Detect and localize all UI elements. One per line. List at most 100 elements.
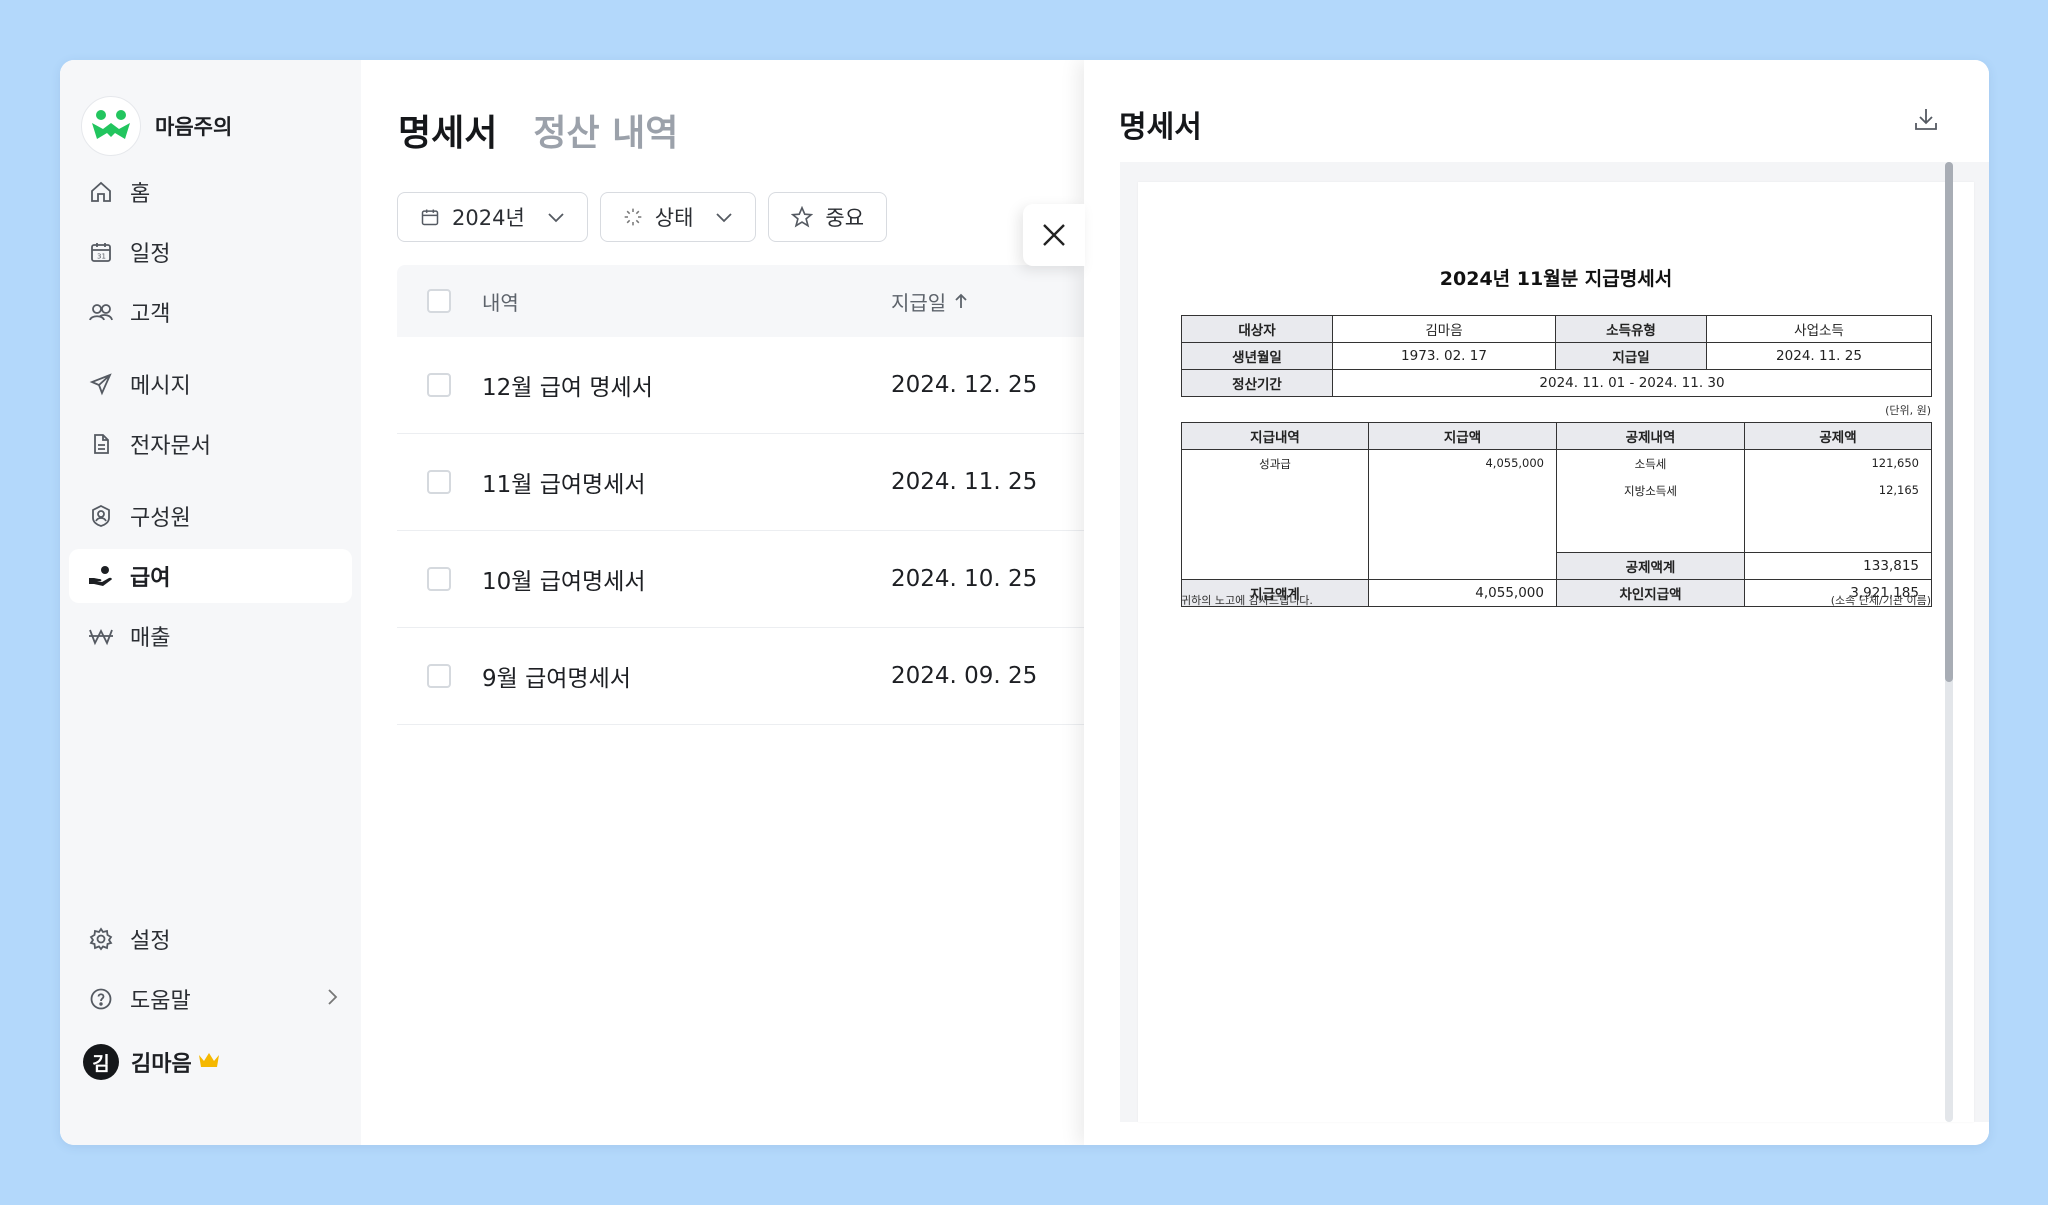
payslip-document: 2024년 11월분 지급명세서 대상자 김마음 소득유형 사업소득 생년월일 … [1138,182,1974,1122]
sidebar-item-documents[interactable]: 전자문서 [69,417,352,471]
row-date: 2024. 11. 25 [891,469,1038,495]
loading-icon [623,207,643,227]
value-pay-date: 2024. 11. 25 [1706,342,1932,370]
document-icon [88,431,114,457]
deduction-item: 소득세 [1634,457,1667,471]
app-window: 마음주의 홈 31 일정 고객 메시지 전자문서 구성원 급여 매출 설정 도움… [60,60,1989,1145]
row-title: 9월 급여명세서 [482,666,631,692]
sidebar-item-members[interactable]: 구성원 [69,489,352,543]
table-row[interactable]: 10월 급여명세서 2024. 10. 25 [397,531,1097,628]
scrollbar-thumb[interactable] [1945,162,1953,682]
label-net-pay: 차인지급액 [1556,579,1745,607]
sort-ascending-icon [955,293,967,308]
row-title: 11월 급여명세서 [482,472,646,498]
organization-name: (소속 단체/기관 이름) [1830,594,1931,607]
sidebar-item-label: 홈 [130,182,151,207]
tab-bar: 명세서 정산 내역 [398,104,678,156]
sidebar-item-label: 고객 [130,302,171,327]
sidebar-item-help[interactable]: 도움말 [69,972,352,1026]
crown-icon [198,1052,220,1072]
hand-coin-icon [88,563,114,589]
document-title: 2024년 11월분 지급명세서 [1439,268,1673,290]
column-header-item: 내역 [482,290,519,315]
chevron-down-icon [715,211,733,223]
header-earning-item: 지급내역 [1181,422,1369,450]
header-earning-amount: 지급액 [1368,422,1557,450]
user-profile[interactable]: 김 김마음 [83,1044,220,1080]
label-target: 대상자 [1181,315,1333,343]
table-row[interactable]: 9월 급여명세서 2024. 09. 25 [397,628,1097,725]
thanks-note: 귀하의 노고에 감사드립니다. [1181,594,1313,607]
sidebar-item-label: 설정 [130,929,171,954]
important-filter[interactable]: 중요 [768,192,888,242]
sidebar-item-label: 전자문서 [130,434,211,459]
close-panel-button[interactable] [1023,204,1085,266]
chevron-right-icon [326,987,338,1012]
gear-icon [88,926,114,952]
download-button[interactable] [1913,106,1939,136]
sidebar-item-home[interactable]: 홈 [69,165,352,219]
sidebar-item-settings[interactable]: 설정 [69,912,352,966]
statement-list: 12월 급여 명세서 2024. 12. 25 11월 급여명세서 2024. … [397,337,1097,725]
sidebar-item-label: 구성원 [130,506,191,531]
bottom-nav: 설정 도움말 [69,912,352,1026]
send-icon [88,371,114,397]
sidebar-item-label: 급여 [130,566,171,591]
row-checkbox[interactable] [427,470,451,494]
row-checkbox[interactable] [427,373,451,397]
sidebar-item-payroll[interactable]: 급여 [69,549,352,603]
brand[interactable]: 마음주의 [81,96,232,156]
deduction-items: 소득세 지방소득세 [1556,449,1745,553]
select-all-checkbox[interactable] [427,289,451,313]
row-title: 10월 급여명세서 [482,569,646,595]
sidebar-item-messages[interactable]: 메시지 [69,357,352,411]
sidebar-item-schedule[interactable]: 31 일정 [69,225,352,279]
pay-table: 지급내역 지급액 공제내역 공제액 성과급 4,055,000 소득세 지방소득… [1181,422,1932,607]
status-filter[interactable]: 상태 [599,192,757,242]
row-date: 2024. 10. 25 [891,566,1038,592]
column-header-date[interactable]: 지급일 [891,287,968,316]
year-filter[interactable]: 2024년 [397,192,588,242]
won-icon [88,623,114,649]
important-filter-label: 중요 [825,206,865,230]
chevron-down-icon [547,211,565,223]
column-header-date-label: 지급일 [891,290,947,315]
user-name: 김마음 [131,1052,192,1077]
calendar-icon [420,207,440,227]
sidebar-item-sales[interactable]: 매출 [69,609,352,663]
row-checkbox[interactable] [427,664,451,688]
value-target: 김마음 [1332,315,1556,343]
row-checkbox[interactable] [427,567,451,591]
help-icon [88,986,114,1012]
row-title: 12월 급여 명세서 [482,375,653,401]
earning-amount: 4,055,000 [1368,449,1557,580]
sidebar: 마음주의 홈 31 일정 고객 메시지 전자문서 구성원 급여 매출 설정 도움… [60,60,361,1145]
table-row[interactable]: 11월 급여명세서 2024. 11. 25 [397,434,1097,531]
status-filter-label: 상태 [654,206,694,230]
filter-bar: 2024년 상태 중요 [397,192,888,242]
table-row[interactable]: 12월 급여 명세서 2024. 12. 25 [397,337,1097,434]
value-deduction-total: 133,815 [1744,552,1932,580]
close-icon [1043,224,1065,246]
row-date: 2024. 09. 25 [891,663,1038,689]
download-icon [1915,109,1937,130]
home-icon [88,179,114,205]
earning-item: 성과급 [1181,449,1369,580]
deduction-amount: 12,165 [1878,483,1919,497]
avatar: 김 [83,1044,119,1080]
value-pay-total: 4,055,000 [1368,579,1557,607]
tab-statements[interactable]: 명세서 [398,104,497,156]
sidebar-item-customers[interactable]: 고객 [69,285,352,339]
unit-note: (단위, 원) [1885,404,1931,417]
row-date: 2024. 12. 25 [891,372,1038,398]
document-viewer[interactable]: 2024년 11월분 지급명세서 대상자 김마음 소득유형 사업소득 생년월일 … [1120,162,1989,1122]
tab-settlements[interactable]: 정산 내역 [533,104,678,156]
sidebar-item-label: 도움말 [130,989,191,1014]
member-icon [88,503,114,529]
brand-name: 마음주의 [155,115,233,139]
users-icon [88,299,114,325]
label-period: 정산기간 [1181,369,1333,397]
label-deduction-total: 공제액계 [1556,552,1745,580]
svg-text:31: 31 [97,253,106,261]
deduction-amounts: 121,650 12,165 [1744,449,1932,553]
